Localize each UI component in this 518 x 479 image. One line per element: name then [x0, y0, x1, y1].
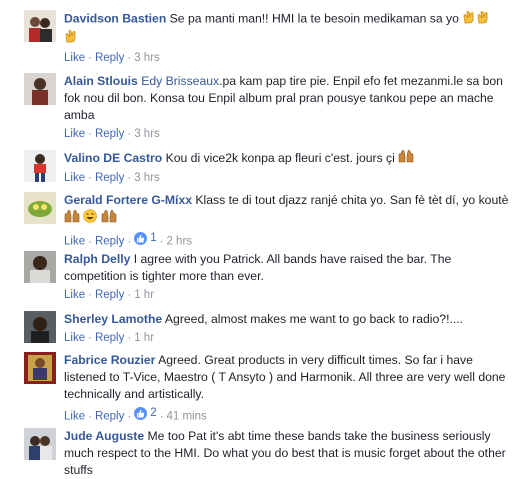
comment-text: Valino DE Castro Kou di vice2k konpa ap …	[64, 150, 510, 168]
separator: ·	[88, 332, 92, 344]
avatar[interactable]	[24, 10, 56, 42]
reply-link[interactable]: Reply	[95, 172, 124, 184]
thumbs-up-icon	[134, 406, 148, 420]
comment-author-link[interactable]: Ralph Delly	[64, 252, 130, 266]
reaction-count[interactable]: 1	[134, 230, 157, 246]
comment-actions: Like · Reply · 3 hrs	[64, 170, 510, 186]
like-link[interactable]: Like	[64, 52, 85, 64]
separator: ·	[127, 52, 132, 64]
comment-author-link[interactable]: Sherley Lamothe	[64, 312, 162, 326]
separator: ·	[127, 332, 132, 344]
grinning-face-icon	[83, 209, 98, 228]
like-link[interactable]: Like	[64, 411, 85, 423]
comment-author-link[interactable]: Davidson Bastien	[64, 12, 166, 26]
reaction-count-value: 2	[150, 407, 157, 419]
separator: ·	[159, 235, 164, 248]
separator: ·	[127, 128, 132, 140]
avatar[interactable]	[24, 251, 56, 283]
comment-body: Se pa manti man!! HMI la te besoin medik…	[166, 11, 463, 26]
comment-author-link[interactable]: Fabrice Rouzier	[64, 353, 155, 367]
reaction-count[interactable]: 2	[134, 405, 157, 421]
raised-hands-icon	[101, 209, 117, 228]
comment-actions: Like · Reply · 3 hrs	[64, 50, 510, 66]
comment-text: Gerald Fortere G-Míxx Klass te di tout d…	[64, 192, 510, 228]
like-link[interactable]: Like	[64, 128, 85, 140]
comment-actions: Like · Reply · 1 hr	[64, 330, 510, 346]
avatar[interactable]	[24, 73, 56, 105]
raised-hands-icon	[64, 209, 80, 228]
separator: ·	[88, 289, 92, 301]
comment-text: Alain Stlouis Edy Brisseaux.pa kam pap t…	[64, 73, 510, 124]
comment-text: Jude Auguste Me too Pat it's abt time th…	[64, 428, 510, 479]
timestamp[interactable]: 3 hrs	[134, 172, 160, 184]
timestamp[interactable]: 1 hr	[134, 289, 154, 301]
like-link[interactable]: Like	[64, 172, 85, 184]
avatar[interactable]	[24, 428, 56, 460]
comment-text: Davidson Bastien Se pa manti man!! HMI l…	[64, 10, 510, 48]
like-link[interactable]: Like	[64, 289, 85, 301]
clapping-hands-icon	[462, 10, 476, 29]
separator: ·	[88, 410, 92, 423]
comment-body: Agreed, almost makes me want to go back …	[162, 312, 463, 326]
like-link[interactable]: Like	[64, 332, 85, 344]
reply-link[interactable]: Reply	[95, 332, 124, 344]
raised-hands-icon	[398, 150, 414, 168]
comment-text: Sherley Lamothe Agreed, almost makes me …	[64, 311, 510, 328]
timestamp[interactable]: 3 hrs	[134, 128, 160, 140]
comment-actions: Like · Reply · 3 hrs	[64, 126, 510, 142]
like-link[interactable]: Like	[64, 236, 85, 248]
separator: ·	[88, 52, 92, 64]
separator: ·	[127, 410, 132, 423]
comment-author-link[interactable]: Valino DE Castro	[64, 151, 162, 165]
clapping-hands-icon	[476, 10, 490, 29]
separator: ·	[88, 235, 92, 248]
reply-link[interactable]: Reply	[95, 52, 124, 64]
timestamp[interactable]: 2 hrs	[166, 236, 192, 248]
comment-author-link[interactable]: Gerald Fortere G-Míxx	[64, 193, 192, 207]
comment-actions: Like · Reply · 2 · 41 mins	[64, 405, 510, 425]
reply-link[interactable]: Reply	[95, 236, 124, 248]
separator: ·	[127, 289, 132, 301]
clapping-hands-icon	[64, 29, 78, 48]
reply-link[interactable]: Reply	[95, 289, 124, 301]
comment-actions: Like · Reply · 1 hr	[64, 287, 510, 303]
separator: ·	[88, 128, 92, 140]
comment-text: Ralph Delly I agree with you Patrick. Al…	[64, 251, 510, 285]
comment-body: Kou di vice2k konpa ap fleuri c'est. jou…	[162, 151, 399, 166]
comment-actions: Like · Reply · 1 · 2 hrs	[64, 230, 510, 250]
avatar[interactable]	[24, 311, 56, 343]
separator: ·	[127, 235, 132, 248]
reaction-count-value: 1	[150, 232, 157, 244]
separator: ·	[88, 172, 92, 184]
comment-body: Klass te di tout djazz ranjé chita yo. S…	[192, 193, 509, 207]
avatar[interactable]	[24, 150, 56, 182]
thumbs-up-icon	[134, 231, 148, 245]
avatar[interactable]	[24, 192, 56, 224]
reply-link[interactable]: Reply	[95, 411, 124, 423]
separator: ·	[127, 172, 132, 184]
timestamp[interactable]: 3 hrs	[134, 52, 160, 64]
comments-feed: Davidson Bastien Se pa manti man!! HMI l…	[0, 0, 518, 477]
reply-link[interactable]: Reply	[95, 128, 124, 140]
separator: ·	[159, 410, 164, 423]
comment-author-link[interactable]: Alain Stlouis	[64, 74, 138, 88]
comment-author-link[interactable]: Jude Auguste	[64, 429, 144, 443]
timestamp[interactable]: 41 mins	[166, 411, 206, 423]
mention-link[interactable]: Edy Brisseaux	[141, 74, 219, 88]
comment-text: Fabrice Rouzier Agreed. Great products i…	[64, 352, 510, 403]
avatar[interactable]	[24, 352, 56, 384]
timestamp[interactable]: 1 hr	[134, 332, 154, 344]
